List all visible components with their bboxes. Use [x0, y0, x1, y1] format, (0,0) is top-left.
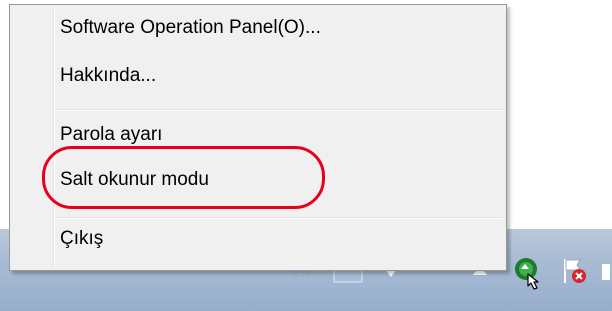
action-center-flag-icon[interactable]: [560, 256, 590, 286]
menu-separator: [57, 217, 502, 219]
scanner-status-icon[interactable]: [512, 256, 544, 290]
highlight-ring: [42, 146, 325, 209]
menu-item-software-operation-panel[interactable]: Software Operation Panel(O)...: [60, 17, 321, 39]
menu-item-exit[interactable]: Çıkış: [60, 228, 103, 250]
menu-separator: [57, 109, 502, 111]
menu-item-password-settings[interactable]: Parola ayarı: [60, 124, 162, 146]
menu-icon-gutter: [53, 7, 55, 268]
tray-icon-partial[interactable]: [600, 260, 612, 284]
menu-item-about[interactable]: Hakkında...: [60, 65, 156, 87]
